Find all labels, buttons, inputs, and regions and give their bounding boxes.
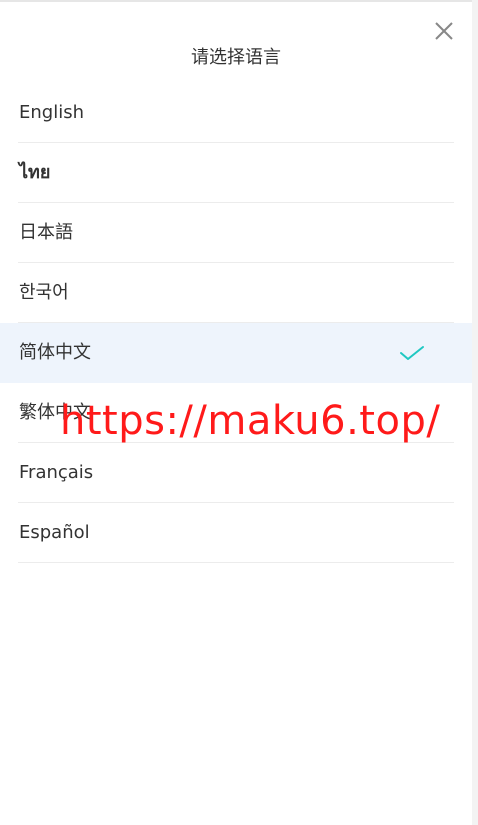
language-selection-dialog: 请选择语言 English ไทย 日本語 한국어 简体中文 繁体中文 Fran… <box>0 0 478 825</box>
close-button[interactable] <box>432 19 456 43</box>
language-option-traditional-chinese[interactable]: 繁体中文 <box>0 383 472 443</box>
language-option-simplified-chinese[interactable]: 简体中文 <box>0 323 472 383</box>
language-label: Français <box>19 462 94 483</box>
language-label: 简体中文 <box>19 342 91 363</box>
language-label: 日本語 <box>19 222 73 243</box>
language-option-japanese[interactable]: 日本語 <box>0 203 472 263</box>
language-option-english[interactable]: English <box>0 83 472 143</box>
language-option-spanish[interactable]: Español <box>0 503 472 563</box>
checkmark-icon <box>400 346 424 360</box>
language-label: English <box>19 102 84 123</box>
language-label: Español <box>19 522 90 543</box>
right-edge <box>472 0 478 825</box>
language-option-korean[interactable]: 한국어 <box>0 263 472 323</box>
language-option-thai[interactable]: ไทย <box>0 143 472 203</box>
dialog-title: 请选择语言 <box>191 47 281 68</box>
top-border <box>0 0 478 2</box>
close-icon <box>435 22 453 40</box>
language-label: 한국어 <box>19 282 69 303</box>
language-list: English ไทย 日本語 한국어 简体中文 繁体中文 Français E… <box>0 83 472 563</box>
language-label: 繁体中文 <box>19 402 91 423</box>
language-option-french[interactable]: Français <box>0 443 472 503</box>
divider <box>18 562 454 563</box>
language-label: ไทย <box>19 162 51 183</box>
